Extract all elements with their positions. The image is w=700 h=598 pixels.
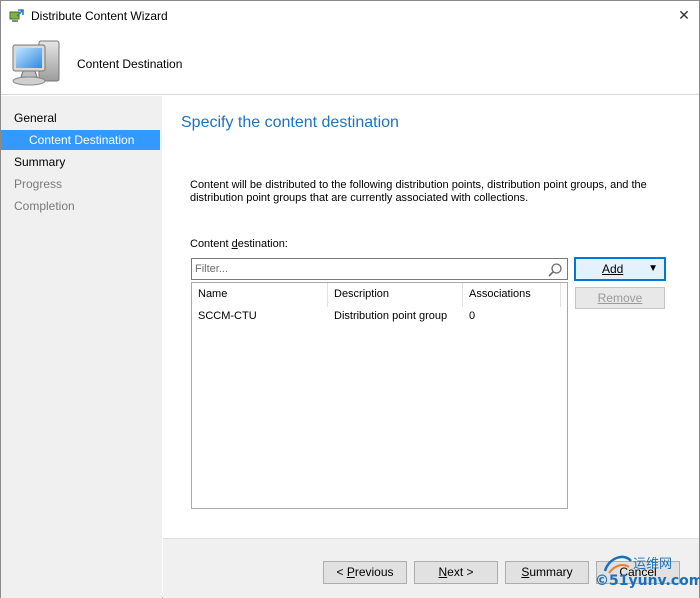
wizard-app-icon: [9, 9, 24, 22]
table-row[interactable]: SCCM-CTU Distribution point group 0: [192, 307, 567, 327]
page-description: Content will be distributed to the follo…: [190, 179, 647, 204]
column-header-name[interactable]: Name: [192, 283, 328, 307]
sidebar-item-progress: Progress: [1, 174, 162, 194]
wizard-window: Distribute Content Wizard ✕ Content Dest…: [0, 0, 700, 598]
watermark-logo-icon: [603, 555, 632, 574]
window-title: Distribute Content Wizard: [31, 9, 168, 23]
sidebar-item-label: Content Destination: [29, 133, 135, 147]
column-header-description[interactable]: Description: [328, 283, 463, 307]
add-button[interactable]: Add ▼: [574, 257, 666, 281]
sidebar-item-label: Completion: [14, 199, 75, 213]
sidebar-item-label: Summary: [14, 155, 66, 169]
title-bar: Distribute Content Wizard ✕: [1, 1, 699, 31]
column-header-associations[interactable]: Associations: [463, 283, 561, 307]
header-title: Content Destination: [77, 57, 183, 71]
remove-button: Remove: [575, 287, 665, 309]
wizard-content: Specify the content destination Content …: [163, 96, 699, 538]
add-button-label: Add: [602, 262, 624, 276]
close-button[interactable]: ✕: [673, 5, 695, 25]
sidebar-item-completion: Completion: [1, 196, 162, 216]
cell-associations: 0: [469, 310, 476, 322]
remove-button-label: Remove: [597, 291, 643, 305]
dropdown-arrow-icon: ▼: [648, 263, 658, 274]
watermark-top-text: 运维网: [633, 557, 673, 572]
sidebar-item-label: Progress: [14, 177, 63, 191]
sidebar-item-summary[interactable]: Summary: [1, 152, 162, 172]
close-icon: ✕: [678, 7, 690, 23]
page-title: Specify the content destination: [181, 114, 399, 131]
search-icon[interactable]: [547, 262, 563, 278]
next-button[interactable]: Next >: [414, 561, 498, 584]
computer-monitor-icon: [12, 40, 60, 86]
sidebar-item-label: General: [14, 111, 57, 125]
watermark-bottom-text: ©51yunv.com: [595, 573, 700, 589]
wizard-sidebar: General Content Destination Summary Prog…: [1, 96, 162, 598]
cell-description: Distribution point group: [334, 310, 448, 322]
site-watermark: 运维网 ©51yunv.com: [595, 553, 700, 595]
wizard-header: Content Destination: [1, 31, 699, 95]
summary-button[interactable]: Summary: [505, 561, 589, 584]
sidebar-item-general[interactable]: General: [1, 108, 162, 128]
previous-button[interactable]: < Previous: [323, 561, 407, 584]
filter-input[interactable]: [195, 261, 535, 277]
sidebar-item-content-destination[interactable]: Content Destination: [1, 130, 160, 150]
cell-name: SCCM-CTU: [198, 310, 257, 322]
list-header: Name Description Associations: [192, 283, 567, 307]
content-destination-label: Content destination:: [190, 238, 288, 250]
content-destination-list[interactable]: Name Description Associations SCCM-CTU D…: [191, 282, 568, 509]
filter-box[interactable]: [191, 258, 568, 280]
